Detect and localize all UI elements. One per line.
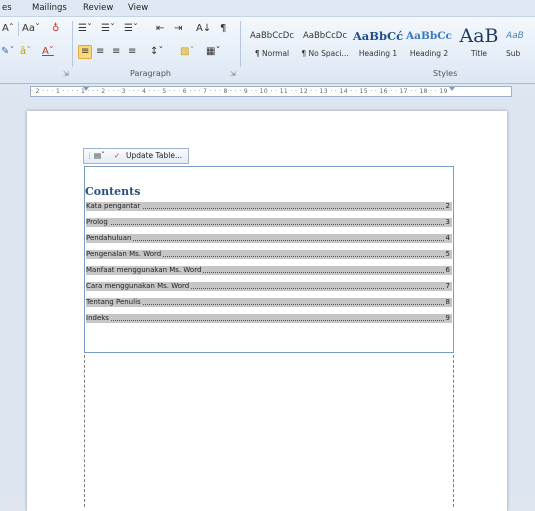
shading-button[interactable]: ▧ˇ <box>180 46 194 58</box>
ribbon-separator <box>72 21 73 67</box>
style-name: Title <box>470 49 488 58</box>
left-indent-marker[interactable] <box>83 87 89 91</box>
toc-entry-text: Prolog <box>86 218 110 227</box>
toc-entry-page: 6 <box>445 266 450 275</box>
paragraph-group-label: Paragraph <box>130 69 171 78</box>
toc-entry-text: Indeks <box>86 314 111 323</box>
tab-mailings[interactable]: Mailings <box>32 3 67 13</box>
toc-entry-page: 7 <box>445 282 450 291</box>
style-name: Heading 2 <box>409 49 449 58</box>
horizontal-ruler-area: · 2 · · · 1 · · · · 1 · · · 2 · · · 3 · … <box>0 84 535 98</box>
toc-entry-text: Manfaat menggunakan Ms. Word <box>86 266 204 275</box>
horizontal-ruler[interactable]: · 2 · · · 1 · · · · 1 · · · 2 · · · 3 · … <box>30 86 512 97</box>
dot-leader <box>86 240 444 241</box>
sort-button[interactable]: A↓ <box>196 23 211 35</box>
toc-entry[interactable]: Tentang Penulis 8 <box>86 298 452 307</box>
decrease-indent-button[interactable]: ⇤ <box>156 23 164 35</box>
ribbon-tab-bar: es Mailings Review View <box>0 0 535 17</box>
drag-handle-icon[interactable]: ⋮ <box>86 149 94 163</box>
document-canvas: ⋮ ▤ˇ ✓ Update Table... Contents Kata pen… <box>0 99 535 511</box>
ribbon-separator <box>18 22 19 36</box>
style-sample: AaBbCć <box>352 29 404 43</box>
style-name: ¶ No Spaci... <box>301 49 349 58</box>
style-name: Sub <box>506 49 521 58</box>
toc-entry-page: 9 <box>445 314 450 323</box>
clear-formatting-button[interactable]: ♁ <box>52 23 59 35</box>
styles-group-label: Styles <box>433 69 458 78</box>
toc-entry-page: 3 <box>445 218 450 227</box>
tab-view[interactable]: View <box>128 3 148 13</box>
style-name: Heading 1 <box>358 49 398 58</box>
toc-entry-page: 2 <box>445 202 450 211</box>
tab-review[interactable]: Review <box>83 3 113 13</box>
show-formatting-marks-button[interactable]: ¶ <box>220 23 226 35</box>
style-name: ¶ Normal <box>254 49 290 58</box>
toc-entry-page: 5 <box>445 250 450 259</box>
highlight-color-button[interactable]: āˇ <box>20 46 31 58</box>
document-page[interactable]: ⋮ ▤ˇ ✓ Update Table... Contents Kata pen… <box>27 111 507 511</box>
update-table-button[interactable]: Update Table... <box>126 149 182 163</box>
font-color-button[interactable]: Aˇ <box>42 46 54 58</box>
toc-field-toolbar: ⋮ ▤ˇ ✓ Update Table... <box>83 148 189 164</box>
paragraph-dialog-launcher[interactable]: ⇲ <box>230 70 236 78</box>
align-left-button[interactable]: ≡ <box>78 45 93 59</box>
toc-entry[interactable]: Cara menggunakan Ms. Word 7 <box>86 282 452 291</box>
increase-indent-button[interactable]: ⇥ <box>174 23 182 35</box>
toc-entry-page: 4 <box>445 234 450 243</box>
text-effects-button[interactable]: ✎ˇ <box>1 46 14 58</box>
right-indent-marker[interactable] <box>449 87 455 91</box>
toc-entry-page: 8 <box>445 298 450 307</box>
ribbon: Aˆ Aaˇ ♁ ✎ˇ āˇ Aˇ ☰ˇ ☰ˇ ☰ˇ ⇤ ⇥ A↓ ¶ ≡ ≡ … <box>0 17 535 84</box>
align-right-button[interactable]: ≡ <box>112 46 120 58</box>
toc-entry[interactable]: Manfaat menggunakan Ms. Word 6 <box>86 266 452 275</box>
tab-references-partial[interactable]: es <box>2 3 12 13</box>
font-dialog-launcher[interactable]: ⇲ <box>63 70 69 78</box>
style-sample: AaBbCcDc <box>302 31 348 41</box>
toc-entry-text: Tentang Penulis <box>86 298 143 307</box>
toc-entry[interactable]: Pengenalan Ms. Word 5 <box>86 250 452 259</box>
bullets-button[interactable]: ☰ˇ <box>78 23 92 35</box>
style-heading-1[interactable]: AaBbCć Heading 1 <box>352 25 404 58</box>
line-spacing-button[interactable]: ↕ˇ <box>150 46 163 58</box>
dot-leader <box>86 320 444 321</box>
numbering-button[interactable]: ☰ˇ <box>101 23 115 35</box>
toc-entry[interactable]: Kata pengantar 2 <box>86 202 452 211</box>
grow-font-button[interactable]: Aˆ <box>2 23 14 35</box>
style-no-spacing[interactable]: AaBbCcDc ¶ No Spaci... <box>299 25 351 58</box>
style-normal[interactable]: AaBbCcDc ¶ Normal <box>246 25 298 58</box>
multilevel-list-button[interactable]: ☰ˇ <box>124 23 138 35</box>
toc-menu-icon[interactable]: ▤ˇ <box>94 149 105 163</box>
dot-leader <box>86 224 444 225</box>
align-center-button[interactable]: ≡ <box>96 46 104 58</box>
style-sample: AaBbCcDc <box>249 31 295 41</box>
style-sample: AaB <box>459 25 499 47</box>
style-title[interactable]: AaB Title <box>456 25 502 58</box>
change-case-button[interactable]: Aaˇ <box>22 23 40 35</box>
toc-entry-text: Kata pengantar <box>86 202 143 211</box>
style-sample: AaB <box>506 31 524 41</box>
style-subtitle[interactable]: AaB Sub <box>506 25 535 58</box>
style-sample: AaBbCc <box>406 30 452 42</box>
ribbon-separator <box>240 21 241 67</box>
toc-entry-text: Cara menggunakan Ms. Word <box>86 282 192 291</box>
toc-entry[interactable]: Prolog 3 <box>86 218 452 227</box>
toc-heading: Contents <box>85 185 141 198</box>
ruler-markings: · 2 · · · 1 · · · · 1 · · · 2 · · · 3 · … <box>31 88 448 95</box>
toc-entry-text: Pendahuluan <box>86 234 134 243</box>
borders-button[interactable]: ▦ˇ <box>206 46 220 58</box>
toc-entry[interactable]: Pendahuluan 4 <box>86 234 452 243</box>
style-heading-2[interactable]: AaBbCc Heading 2 <box>405 25 453 58</box>
justify-button[interactable]: ≡ <box>128 46 136 58</box>
table-of-contents[interactable]: Contents Kata pengantar 2 Prolog 3 Pendahulu… <box>84 166 454 353</box>
update-table-icon[interactable]: ✓ <box>114 149 120 163</box>
toc-entry-text: Pengenalan Ms. Word <box>86 250 164 259</box>
toc-entry[interactable]: Indeks 9 <box>86 314 452 323</box>
